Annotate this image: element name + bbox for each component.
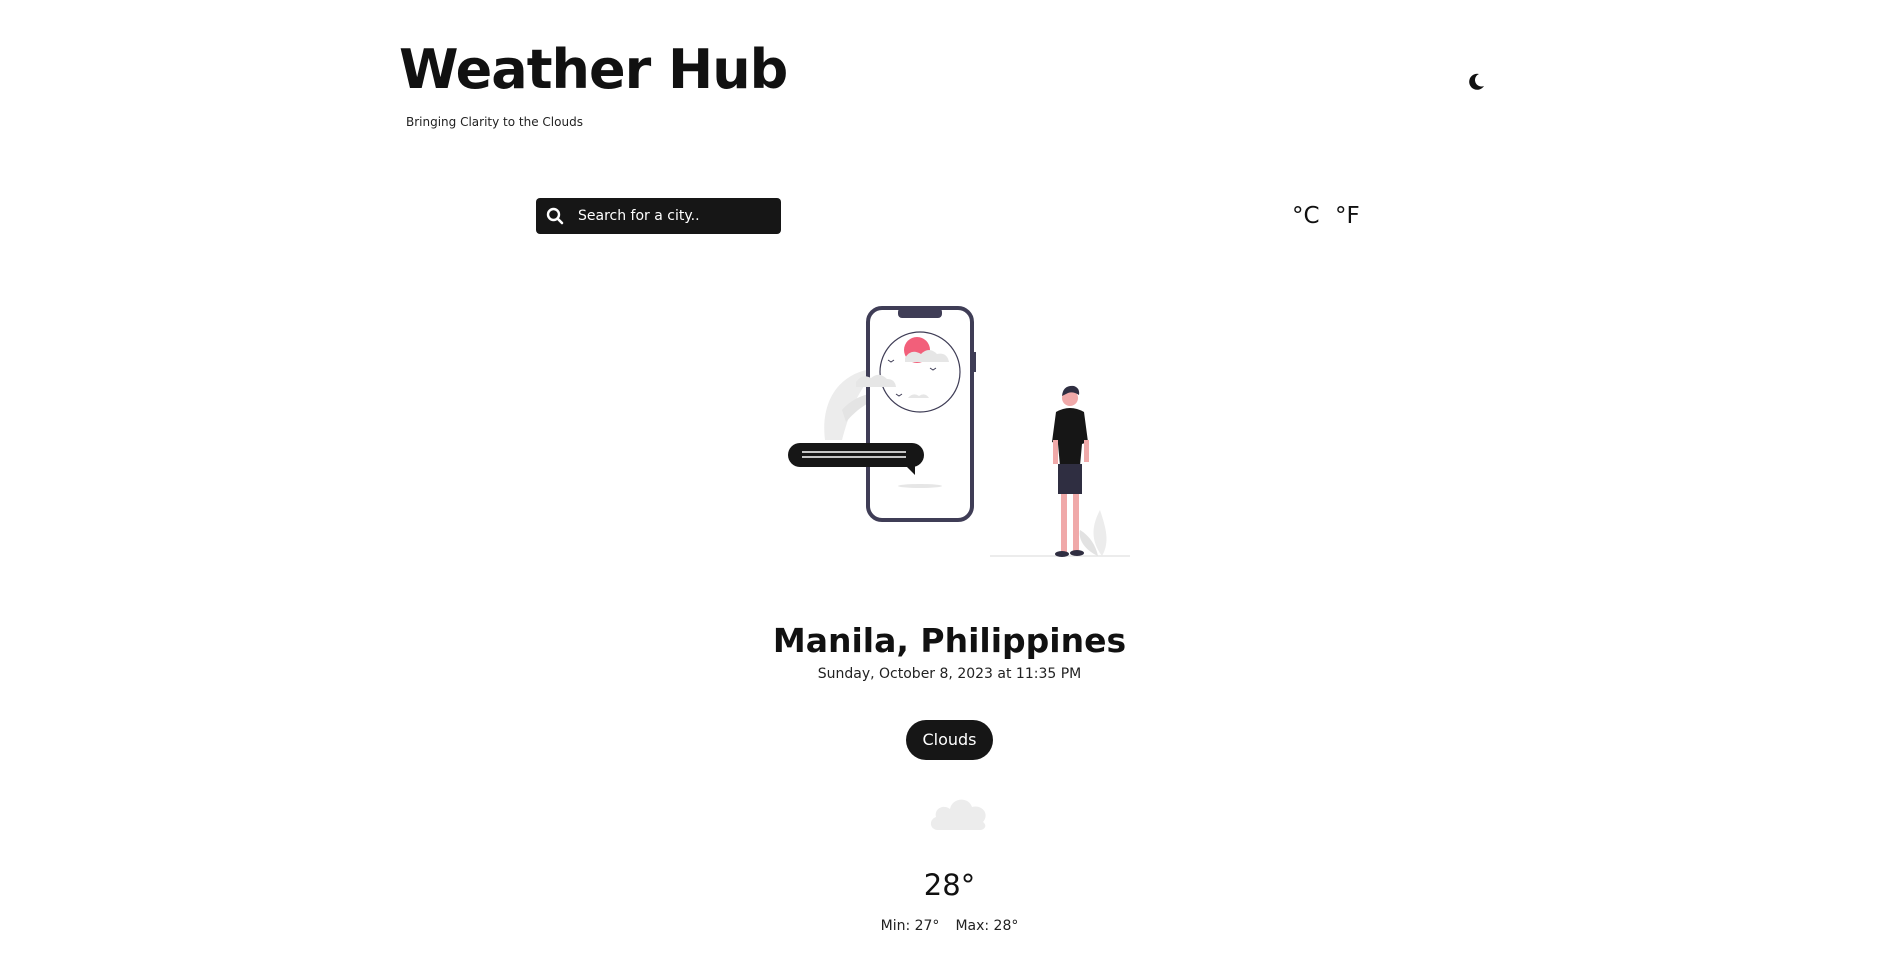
condition-badge: Clouds [906, 720, 993, 760]
person-shorts [1058, 464, 1082, 494]
app-tagline: Bringing Clarity to the Clouds [406, 115, 583, 129]
person-arm [1084, 440, 1089, 462]
celsius-toggle[interactable]: °C [1292, 203, 1320, 229]
person-arm [1053, 440, 1058, 464]
moon-icon [1469, 73, 1484, 90]
person-leg [1073, 494, 1079, 552]
max-temperature: Max: 28° [955, 918, 1019, 934]
app-title: Weather Hub [399, 38, 788, 101]
location-title: Manila, Philippines [772, 621, 1127, 660]
person-shoe [1070, 550, 1084, 556]
temperature-value: 28° [923, 868, 976, 902]
search-icon[interactable] [546, 207, 564, 225]
condition-wrapper: Clouds [0, 720, 1899, 760]
cloud-icon [930, 799, 986, 830]
min-max-temperature: Min: 27° Max: 28° [0, 918, 1899, 934]
date-time: Sunday, October 8, 2023 at 11:35 PM [817, 666, 1082, 682]
search-bar [536, 198, 781, 234]
weather-app: Weather Hub Bringing Clarity to the Clou… [0, 0, 1899, 961]
phone-notch [898, 308, 942, 318]
person-shoe [1055, 551, 1069, 557]
phone-shadow [898, 484, 942, 488]
weather-illustration [788, 306, 1130, 557]
theme-toggle-button[interactable] [1465, 71, 1487, 93]
person-leg [1061, 494, 1067, 552]
min-temperature: Min: 27° [880, 918, 940, 934]
phone-button [972, 352, 976, 372]
search-input[interactable] [576, 207, 770, 225]
chat-bubble [788, 443, 924, 467]
fahrenheit-toggle[interactable]: °F [1335, 203, 1360, 229]
